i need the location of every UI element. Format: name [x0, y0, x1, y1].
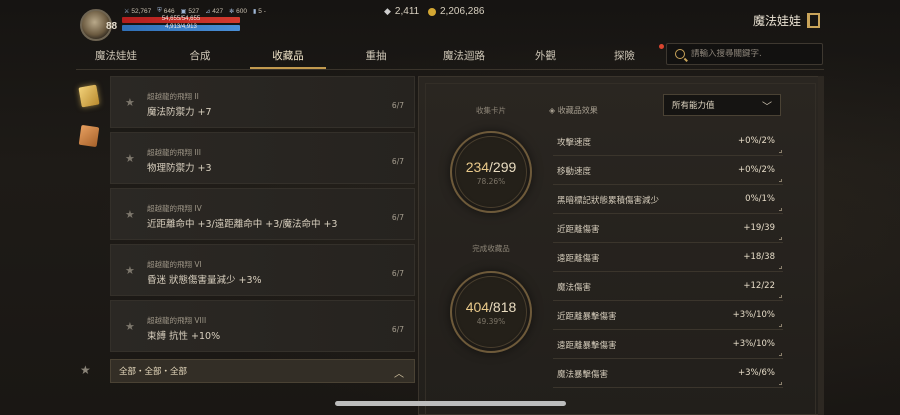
cards-progress-ring: 234/299 78.26% [450, 131, 532, 213]
star-icon[interactable]: ★ [125, 152, 135, 165]
book-category-icon[interactable] [78, 124, 100, 148]
card-category-icon[interactable] [78, 84, 100, 108]
effect-row: 近距離暴擊傷害 +3%/10% [553, 301, 783, 330]
window-title: 魔法娃娃 [753, 12, 820, 29]
effect-row: 黑暗標記狀態累積傷害減少 0%/1% [553, 185, 783, 214]
stat-gear: ✻ 600 [229, 8, 247, 15]
player-level: 88 [106, 21, 118, 32]
player-stats: ⚔ 52,767 ⛨ 646 ▣ 527 ⊿ 427 ✻ 600 ▮ 5 - [124, 8, 266, 15]
stat-filter-dropdown[interactable]: 所有能力值 ﹀ [663, 94, 781, 116]
effect-row: 魔法暴擊傷害 +3%/6% [553, 359, 783, 388]
effects-list: 攻擊速度 +0%/2% 移動速度 +0%/2% 黑暗標記狀態累積傷害減少 0%/1% … [553, 127, 783, 388]
tab-appearance[interactable]: 外觀 [508, 42, 583, 68]
tab-synthesis[interactable]: 合成 [156, 42, 244, 68]
notification-dot [659, 44, 664, 49]
hp-bar: 54,655/54,655 [122, 16, 240, 23]
tab-exploration[interactable]: 探險 [583, 42, 666, 68]
collection-list: ★ 超越龍的飛翔 II 魔法防禦力 +7 6/7 ★ 超越龍的飛翔 III 物理… [110, 76, 415, 356]
collection-summary-panel: 收集卡片 234/299 78.26% 完成收藏品 404/818 49.39%… [418, 76, 823, 415]
list-item[interactable]: ★ 超越龍的飛翔 VIII 束縛 抗性 +10% 6/7 [110, 300, 415, 352]
list-item[interactable]: ★ 超越龍的飛翔 II 魔法防禦力 +7 6/7 [110, 76, 415, 128]
mp-bar: 4,913/4,913 [122, 24, 240, 31]
home-indicator[interactable] [335, 401, 566, 406]
effect-row: 攻擊速度 +0%/2% [553, 127, 783, 156]
tab-magic-circuit[interactable]: 魔法迴路 [420, 42, 508, 68]
armor-icon: ▣ [180, 9, 187, 15]
star-icon[interactable]: ★ [125, 208, 135, 221]
completed-label: 完成收藏品 [472, 244, 510, 253]
stat-speed: ⊿ 427 [205, 8, 224, 15]
search-input[interactable] [691, 49, 821, 59]
effect-row: 魔法傷害 +12/22 [553, 272, 783, 301]
tab-collection[interactable]: 收藏品 [244, 42, 332, 69]
sword-icon: ⚔ [124, 9, 130, 15]
gear-icon: ✻ [229, 9, 235, 15]
panel-scrollbar[interactable] [818, 76, 824, 415]
stat-defense: ⛨ 646 [157, 8, 175, 15]
stat-bar: ▮ 5 - [252, 8, 266, 15]
boot-icon: ⊿ [205, 9, 211, 15]
effect-row: 近距離傷害 +19/39 [553, 214, 783, 243]
search-box[interactable] [666, 43, 823, 65]
favorite-star-icon[interactable]: ★ [80, 363, 91, 377]
tab-magic-doll[interactable]: 魔法娃娃 [76, 42, 156, 68]
effects-header: ◈ 收藏品效果 [549, 106, 598, 115]
tab-reroll[interactable]: 重抽 [332, 42, 420, 68]
exit-icon[interactable] [807, 13, 820, 28]
diamond-icon: ◆ [384, 6, 391, 16]
list-item[interactable]: ★ 超越龍的飛翔 IV 近距離命中 +3/遠距離命中 +3/魔法命中 +3 6/… [110, 188, 415, 240]
nav-divider [76, 69, 824, 70]
star-icon[interactable]: ★ [125, 264, 135, 277]
star-icon[interactable]: ★ [125, 96, 135, 109]
top-bar: 88 ⚔ 52,767 ⛨ 646 ▣ 527 ⊿ 427 ✻ 600 ▮ 5 - 54,6… [0, 0, 900, 41]
shield-icon: ⛨ [157, 8, 162, 14]
filter-selector[interactable]: 全部・全部・全部 ︿ [110, 359, 415, 383]
effect-row: 遠距離暴擊傷害 +3%/10% [553, 330, 783, 359]
gold-currency: 2,206,286 [428, 6, 485, 17]
cards-label: 收集卡片 [476, 106, 506, 115]
stat-attack: ⚔ 52,767 [124, 8, 152, 15]
effect-row: 遠距離傷害 +18/38 [553, 243, 783, 272]
chevron-down-icon: ﹀ [762, 102, 772, 113]
effect-row: 移動速度 +0%/2% [553, 156, 783, 185]
star-icon[interactable]: ★ [125, 320, 135, 333]
list-item[interactable]: ★ 超越龍的飛翔 VI 昏迷 狀態傷害量減少 +3% 6/7 [110, 244, 415, 296]
gold-coin-icon [428, 7, 436, 16]
stat-armor: ▣ 527 [180, 8, 200, 15]
bar-icon: ▮ [252, 9, 257, 15]
search-icon [675, 49, 685, 59]
completed-progress-ring: 404/818 49.39% [450, 271, 532, 353]
list-item[interactable]: ★ 超越龍的飛翔 III 物理防禦力 +3 6/7 [110, 132, 415, 184]
diamond-currency: ◆ 2,411 [384, 6, 420, 17]
chevron-up-icon: ︿ [394, 369, 404, 380]
main-tabs: 魔法娃娃 合成 收藏品 重抽 魔法迴路 外觀 探險 [76, 42, 666, 69]
